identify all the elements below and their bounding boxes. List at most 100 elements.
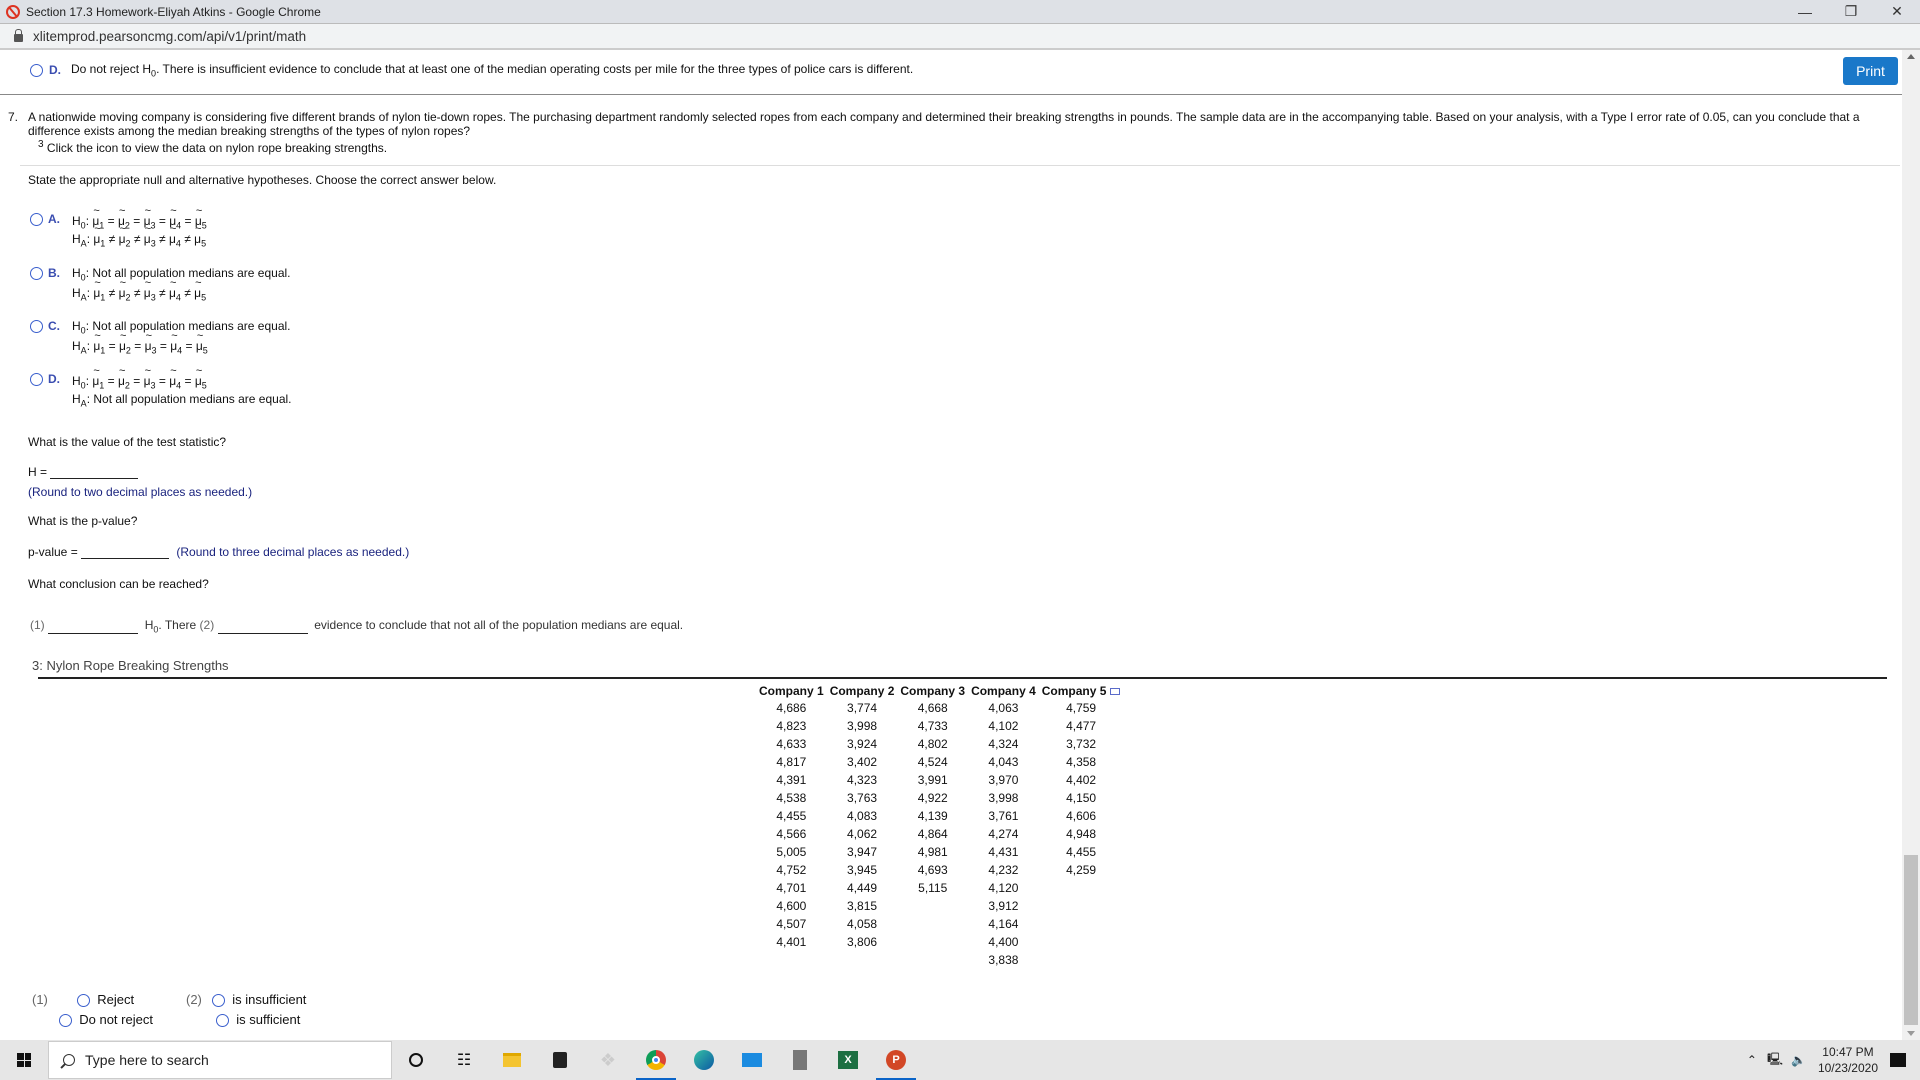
table-cell: 4,043 xyxy=(988,755,1019,769)
excel-icon[interactable]: X xyxy=(824,1040,872,1080)
vertical-scrollbar[interactable] xyxy=(1902,50,1920,1040)
conclusion-blank-2[interactable] xyxy=(217,624,308,635)
table-row: 4,823 3,998 4,733 4,102 4,477 xyxy=(756,717,1123,735)
table-row: 5,005 3,947 4,981 4,431 4,455 xyxy=(756,843,1123,861)
lock-icon xyxy=(14,29,23,42)
table-cell: 4,431 xyxy=(988,845,1019,859)
scrollbar-thumb[interactable] xyxy=(1904,855,1918,1025)
table-cell: 4,455 xyxy=(1066,845,1097,859)
table-cell: 4,401 xyxy=(776,935,807,949)
hypothesis-option-c[interactable]: C. H0: Not all population medians are eq… xyxy=(30,319,291,355)
edge-icon[interactable] xyxy=(680,1040,728,1080)
window-title: Section 17.3 Homework-Eliyah Atkins - Go… xyxy=(26,4,321,19)
close-button[interactable]: ✕ xyxy=(1874,0,1920,23)
hypothesis-option-b[interactable]: B. H0: Not all population medians are eq… xyxy=(30,266,291,302)
table-cell: 4,402 xyxy=(1066,773,1097,787)
table-cell xyxy=(897,951,968,969)
question-text: A nationwide moving company is consideri… xyxy=(28,110,1860,138)
network-icon[interactable]: 🖳 xyxy=(1767,1050,1783,1071)
table-cell: 4,120 xyxy=(988,881,1019,895)
store-icon[interactable] xyxy=(536,1040,584,1080)
option-label: D. xyxy=(49,63,61,78)
test-statistic-row: H = xyxy=(28,465,139,479)
mail-icon[interactable] xyxy=(728,1040,776,1080)
data-footnote-link[interactable]: 3 Click the icon to view the data on nyl… xyxy=(38,138,1898,155)
table-row: 4,538 3,763 4,922 3,998 4,150 xyxy=(756,789,1123,807)
radio-is-insufficient[interactable] xyxy=(212,994,225,1008)
table-row: 4,817 3,402 4,524 4,043 4,358 xyxy=(756,753,1123,771)
notifications-icon[interactable] xyxy=(1890,1053,1906,1067)
clock[interactable]: 10:47 PM 10/23/2020 xyxy=(1818,1044,1878,1076)
radio-do-not-reject[interactable] xyxy=(59,1014,72,1028)
chrome-icon[interactable] xyxy=(632,1040,680,1080)
print-button[interactable]: Print xyxy=(1843,57,1898,85)
column-header: Company 5 xyxy=(1039,683,1124,699)
radio-a[interactable] xyxy=(30,213,43,227)
table-cell: 4,139 xyxy=(917,809,948,823)
radio-reject[interactable] xyxy=(77,994,90,1008)
restore-button[interactable]: ❐ xyxy=(1828,0,1874,23)
cortana-icon[interactable] xyxy=(392,1040,440,1080)
copy-data-icon[interactable] xyxy=(1110,688,1121,695)
radio-b[interactable] xyxy=(30,267,43,281)
start-button[interactable] xyxy=(0,1040,48,1080)
hypothesis-option-a[interactable]: A. H0: μ1 = μ2 = μ3 = μ4 = μ5 HA: μ1 ≠ μ… xyxy=(30,205,207,248)
table-row: 3,838 xyxy=(756,951,1123,969)
table-cell: 3,947 xyxy=(847,845,878,859)
calculator-icon[interactable] xyxy=(776,1040,824,1080)
table-cell: 4,358 xyxy=(1066,755,1097,769)
scroll-down-arrow-icon[interactable] xyxy=(1907,1031,1915,1036)
table-cell: 4,063 xyxy=(988,701,1019,715)
taskbar-search[interactable]: Type here to search xyxy=(48,1041,392,1079)
radio-previous-d[interactable] xyxy=(30,63,43,77)
table-row: 4,686 3,774 4,668 4,063 4,759 xyxy=(756,699,1123,717)
table-cell: 4,507 xyxy=(776,917,807,931)
show-hidden-icons-icon[interactable]: ⌃ xyxy=(1747,1053,1757,1067)
data-table-title: 3: Nylon Rope Breaking Strengths xyxy=(32,658,229,673)
table-cell: 4,802 xyxy=(917,737,948,751)
table-cell: 4,981 xyxy=(917,845,948,859)
file-explorer-icon[interactable] xyxy=(488,1040,536,1080)
radio-d[interactable] xyxy=(30,373,43,387)
table-cell: 4,759 xyxy=(1066,701,1097,715)
table-cell: 3,838 xyxy=(988,953,1019,967)
scroll-up-arrow-icon[interactable] xyxy=(1907,54,1915,59)
table-row: 4,455 4,083 4,139 3,761 4,606 xyxy=(756,807,1123,825)
table-cell xyxy=(827,951,898,969)
page-content: D. Do not reject H0. There is insufficie… xyxy=(0,50,1902,1040)
conclusion-blank-1[interactable] xyxy=(48,624,139,635)
dropbox-icon[interactable]: ❖ xyxy=(584,1040,632,1080)
table-cell: 4,062 xyxy=(847,827,878,841)
table-cell: 4,323 xyxy=(847,773,878,787)
table-cell xyxy=(1039,915,1124,933)
url-text[interactable]: xlitemprod.pearsoncmg.com/api/v1/print/m… xyxy=(33,29,306,44)
table-cell: 4,701 xyxy=(776,881,807,895)
choice-is-insufficient[interactable]: is insufficient xyxy=(212,992,306,1008)
column-header: Company 3 xyxy=(900,684,966,698)
table-cell xyxy=(897,897,968,915)
search-placeholder: Type here to search xyxy=(85,1052,209,1068)
table-cell: 3,774 xyxy=(847,701,878,715)
question-7: 7. A nationwide moving company is consid… xyxy=(8,110,1898,155)
table-row: 4,633 3,924 4,802 4,324 3,732 xyxy=(756,735,1123,753)
hypothesis-option-d[interactable]: D. H0: μ1 = μ2 = μ3 = μ4 = μ5 HA: Not al… xyxy=(30,365,292,408)
test-statistic-prompt: What is the value of the test statistic? xyxy=(28,435,227,449)
minimize-button[interactable]: — xyxy=(1782,0,1828,23)
radio-c[interactable] xyxy=(30,320,43,334)
table-cell: 4,259 xyxy=(1066,863,1097,877)
test-statistic-hint: (Round to two decimal places as needed.) xyxy=(28,485,253,499)
powerpoint-icon[interactable]: P xyxy=(872,1040,920,1080)
h-statistic-input[interactable] xyxy=(50,465,139,479)
table-cell: 3,763 xyxy=(847,791,878,805)
address-bar[interactable]: xlitemprod.pearsoncmg.com/api/v1/print/m… xyxy=(0,23,1920,50)
p-value-input[interactable] xyxy=(81,545,170,559)
task-view-icon[interactable]: ☷ xyxy=(440,1040,488,1080)
choice-reject[interactable]: Reject xyxy=(77,992,134,1008)
volume-icon[interactable]: 🔈 xyxy=(1791,1053,1806,1067)
table-cell: 3,991 xyxy=(917,773,948,787)
choice-do-not-reject[interactable]: Do not reject xyxy=(59,1012,153,1028)
table-cell xyxy=(897,933,968,951)
choice-is-sufficient[interactable]: is sufficient xyxy=(216,1012,300,1028)
radio-is-sufficient[interactable] xyxy=(216,1014,229,1028)
p-value-hint: (Round to three decimal places as needed… xyxy=(176,545,410,559)
